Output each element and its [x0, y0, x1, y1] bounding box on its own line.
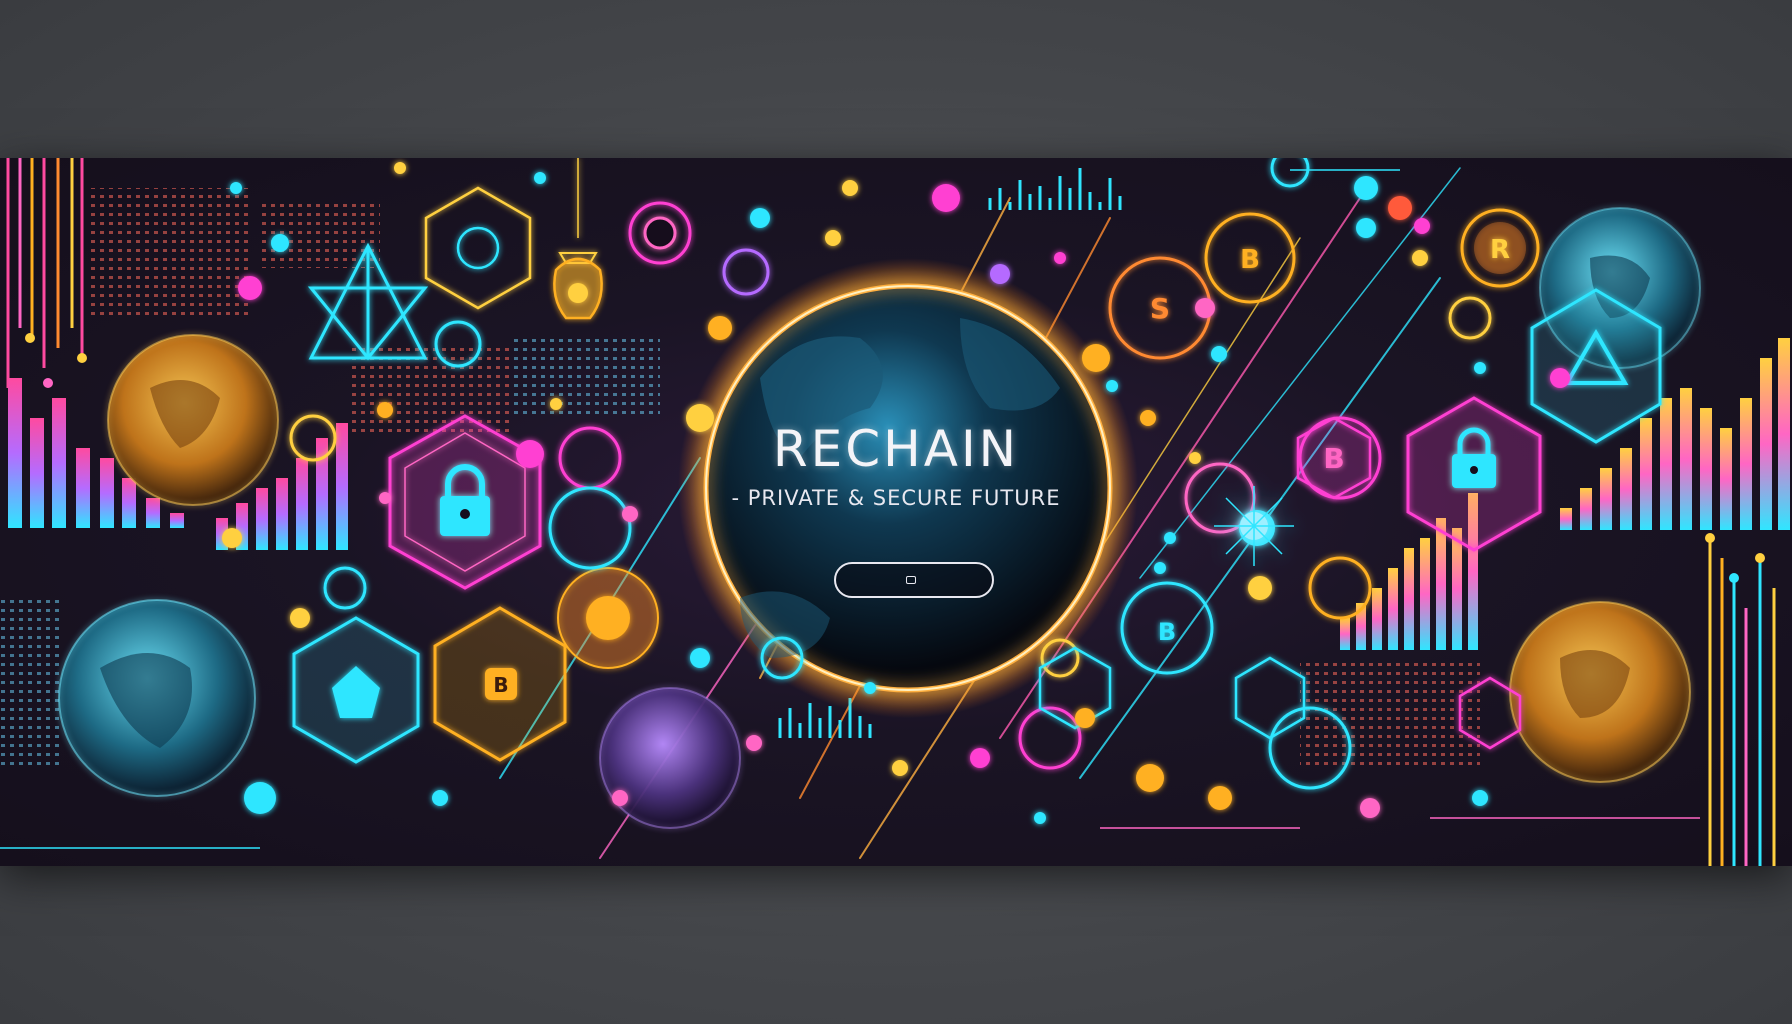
waveform-top	[988, 168, 1122, 210]
lightbulb-icon	[553, 158, 603, 320]
hexagon-node-icon	[292, 616, 420, 764]
globe-icon	[58, 599, 256, 797]
svg-text:B: B	[1158, 618, 1176, 646]
dot-matrix-blue-2	[510, 338, 660, 418]
hexagon-node-icon	[424, 186, 532, 310]
wallet-icon	[906, 576, 916, 584]
bitcoin-coin-icon: B	[1158, 618, 1176, 646]
bitcoin-coin-icon: S	[1150, 292, 1170, 325]
banner-title: RECHAIN	[772, 420, 1020, 478]
page: B R B B B S RECHAIN - PRIVATE & SECURE F…	[0, 0, 1792, 1024]
svg-text:B: B	[493, 673, 508, 697]
svg-text:B: B	[1240, 245, 1260, 275]
bitcoin-coin-icon: B	[1240, 245, 1260, 275]
banner-artwork: B R B B B S	[0, 158, 1790, 866]
dot-matrix-left	[90, 188, 250, 318]
dot-matrix-blue	[0, 598, 60, 768]
globe-icon	[599, 687, 741, 829]
bitcoin-coin-icon: B	[433, 606, 567, 762]
globe-icon	[1509, 601, 1691, 783]
cta-button[interactable]	[834, 562, 994, 598]
svg-text:R: R	[1490, 235, 1510, 265]
bitcoin-coin-icon	[557, 567, 659, 669]
left-vertical-lines	[6, 158, 87, 388]
banner-subtitle: - PRIVATE & SECURE FUTURE	[731, 486, 1061, 510]
svg-text:S: S	[1150, 292, 1170, 325]
right-vertical-lines	[1705, 533, 1776, 866]
hero-banner: B R B B B S RECHAIN - PRIVATE & SECURE F…	[0, 158, 1792, 866]
coin-r-icon: R	[1474, 222, 1526, 274]
